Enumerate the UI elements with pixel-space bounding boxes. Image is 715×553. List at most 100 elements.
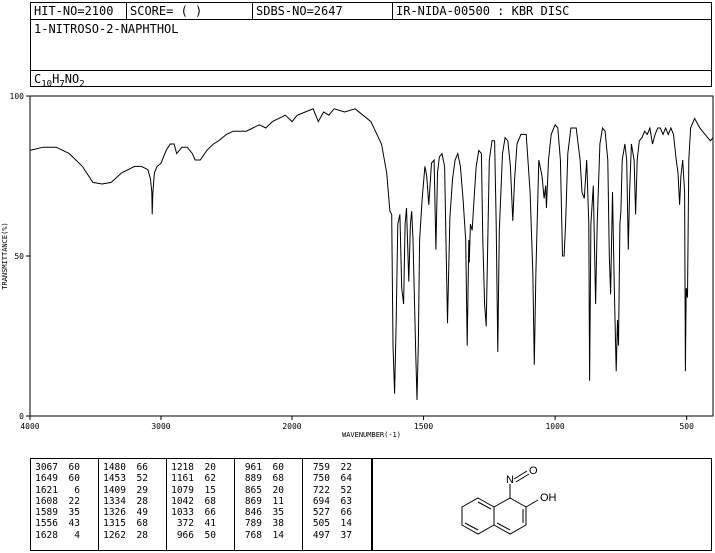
peak-row: 759 22	[303, 462, 371, 473]
peak-transmittance: 11	[272, 495, 284, 507]
peak-transmittance: 20	[204, 462, 216, 473]
peak-row: 768 14	[235, 530, 302, 541]
peak-wavenumber: 1334	[103, 495, 126, 507]
peak-column: 3067 60 1649 60 1621 6 1608 22 1589 35 1556 43 1628 4	[31, 459, 99, 550]
peak-transmittance: 14	[340, 518, 352, 530]
peak-wavenumber: 1649	[35, 473, 58, 485]
peak-transmittance: 35	[272, 507, 284, 519]
peak-wavenumber: 1589	[35, 507, 58, 519]
peak-transmittance: 50	[204, 529, 216, 541]
peak-row: 869 11	[235, 496, 302, 507]
peak-row: 1042 68	[167, 496, 234, 507]
peak-transmittance: 29	[136, 484, 148, 496]
peak-row: 865 20	[235, 485, 302, 496]
peak-row: 527 66	[303, 507, 371, 518]
hydroxyl-label: OH	[540, 492, 557, 504]
peak-row: 1608 22	[31, 496, 98, 507]
peak-transmittance: 60	[68, 462, 80, 473]
y-tick-label: 0	[19, 412, 24, 421]
peak-transmittance: 14	[272, 529, 284, 541]
peak-wavenumber: 372	[176, 518, 194, 530]
oxygen-label: O	[529, 465, 538, 477]
peak-row: 372 41	[167, 518, 234, 529]
peak-wavenumber: 1453	[103, 473, 126, 485]
peak-transmittance: 28	[136, 495, 148, 507]
peak-wavenumber: 1409	[103, 484, 126, 496]
peak-wavenumber: 889	[244, 473, 262, 485]
peak-wavenumber: 3067	[35, 462, 58, 473]
peak-row: 497 37	[303, 530, 371, 541]
peak-wavenumber: 759	[312, 462, 330, 473]
peak-transmittance: 4	[74, 529, 80, 541]
peak-wavenumber: 1218	[171, 462, 194, 473]
sdbs-number: SDBS-NO=2647	[253, 3, 393, 19]
peak-transmittance: 52	[340, 484, 352, 496]
peak-transmittance: 15	[204, 484, 216, 496]
nitrogen-label: N	[506, 474, 514, 486]
formula-divider	[31, 70, 711, 71]
peak-wavenumber: 768	[244, 529, 262, 541]
peak-row: 846 35	[235, 507, 302, 518]
compound-name: 1-NITROSO-2-NAPHTHOL	[34, 22, 179, 36]
peak-wavenumber: 1628	[35, 529, 58, 541]
peak-transmittance: 37	[340, 529, 352, 541]
x-axis-label: WAVENUMBER(-1)	[342, 431, 401, 439]
peak-wavenumber: 1079	[171, 484, 194, 496]
peak-transmittance: 62	[204, 473, 216, 485]
double-bond-2	[464, 522, 479, 531]
peak-transmittance: 68	[272, 473, 284, 485]
plot-frame	[29, 95, 714, 417]
ir-nida-method: IR-NIDA-00500 : KBR DISC	[396, 4, 570, 18]
y-tick-label: 50	[14, 252, 24, 261]
peak-table: 3067 60 1649 60 1621 6 1608 22 1589 35 1556 43 1628 4…	[30, 458, 372, 551]
header-info-row: HIT-NO=2100 SCORE= ( ) SDBS-NO=2647 IR-N…	[31, 3, 711, 20]
peak-wavenumber: 1480	[103, 462, 126, 473]
peak-transmittance: 28	[136, 529, 148, 541]
x-tick-label: 4000	[20, 422, 39, 431]
peak-row: 1218 20	[167, 462, 234, 473]
peak-wavenumber: 961	[244, 462, 262, 473]
peak-wavenumber: 865	[244, 484, 262, 496]
peak-row: 966 50	[167, 530, 234, 541]
peak-row: 1649 60	[31, 473, 98, 484]
peak-transmittance: 64	[340, 473, 352, 485]
peak-transmittance: 22	[340, 462, 352, 473]
peak-row: 505 14	[303, 518, 371, 529]
peak-row: 1315 68	[99, 518, 166, 529]
peak-transmittance: 52	[136, 473, 148, 485]
y-tick-label: 100	[10, 92, 25, 101]
peak-wavenumber: 527	[312, 507, 330, 519]
x-tick-label: 2000	[282, 422, 301, 431]
peak-row: 1453 52	[99, 473, 166, 484]
peak-row: 889 68	[235, 473, 302, 484]
peak-wavenumber: 869	[244, 495, 262, 507]
peak-row: 694 63	[303, 496, 371, 507]
peak-wavenumber: 1262	[103, 529, 126, 541]
peak-transmittance: 60	[68, 473, 80, 485]
x-tick-label: 1500	[414, 422, 433, 431]
ir-spectrum-chart: 4000 3000 2000 1500 1000 500 0 50 100 WAVENUMBER(…	[1, 92, 714, 439]
x-tick-label: 1000	[545, 422, 564, 431]
peak-wavenumber: 1608	[35, 495, 58, 507]
chemical-structure: N O OH	[372, 458, 712, 551]
peak-row: 750 64	[303, 473, 371, 484]
peak-wavenumber: 1033	[171, 507, 194, 519]
peak-column: 961 60 889 68 865 20 869 11 846 35 789 38 768 14	[235, 459, 303, 550]
peak-row: 1409 29	[99, 485, 166, 496]
peak-wavenumber: 846	[244, 507, 262, 519]
peak-transmittance: 20	[272, 484, 284, 496]
double-bond-3	[496, 522, 511, 531]
x-tick-label: 500	[679, 422, 694, 431]
peak-wavenumber: 1315	[103, 518, 126, 530]
peak-row: 1326 49	[99, 507, 166, 518]
peak-wavenumber: 966	[176, 529, 194, 541]
n-o-bond-b	[515, 473, 530, 483]
peak-wavenumber: 694	[312, 495, 330, 507]
peak-row: 1480 66	[99, 462, 166, 473]
peak-wavenumber: 497	[312, 529, 330, 541]
hit-number: HIT-NO=2100	[31, 3, 127, 19]
peak-row: 1621 6	[31, 485, 98, 496]
peak-wavenumber: 1556	[35, 518, 58, 530]
peak-column: 1218 20 1161 62 1079 15 1042 68 1033 66 372 41 966 50	[167, 459, 235, 550]
peak-column: 1480 66 1453 52 1409 29 1334 28 1326 49 1315 68 1262…	[99, 459, 167, 550]
